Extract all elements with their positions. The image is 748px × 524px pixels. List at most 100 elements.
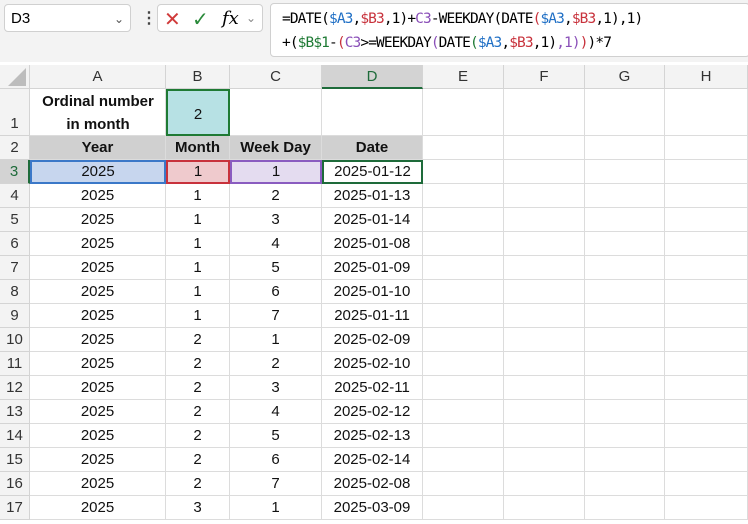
- cell[interactable]: [423, 400, 504, 424]
- cell[interactable]: [585, 232, 665, 256]
- cell[interactable]: [585, 376, 665, 400]
- cell[interactable]: [504, 136, 585, 160]
- cell[interactable]: [423, 232, 504, 256]
- row-header-17[interactable]: 17: [0, 496, 30, 520]
- year-cell[interactable]: 2025: [30, 424, 166, 448]
- cell[interactable]: [585, 280, 665, 304]
- cell[interactable]: [504, 448, 585, 472]
- cell[interactable]: [423, 328, 504, 352]
- cell[interactable]: [504, 280, 585, 304]
- cell[interactable]: [585, 160, 665, 184]
- month-cell[interactable]: 1: [166, 208, 230, 232]
- cell[interactable]: [585, 304, 665, 328]
- weekday-cell[interactable]: 3: [230, 376, 322, 400]
- weekday-cell[interactable]: 7: [230, 304, 322, 328]
- weekday-cell[interactable]: 6: [230, 448, 322, 472]
- year-cell[interactable]: 2025: [30, 352, 166, 376]
- weekday-cell[interactable]: 2: [230, 184, 322, 208]
- month-cell[interactable]: 2: [166, 448, 230, 472]
- cell[interactable]: [585, 352, 665, 376]
- date-cell[interactable]: 2025-01-10: [322, 280, 423, 304]
- cell[interactable]: [504, 232, 585, 256]
- weekday-cell[interactable]: 2: [230, 352, 322, 376]
- date-cell[interactable]: 2025-02-08: [322, 472, 423, 496]
- cell[interactable]: [423, 208, 504, 232]
- year-cell[interactable]: 2025: [30, 328, 166, 352]
- cell[interactable]: [665, 352, 748, 376]
- year-cell[interactable]: 2025: [30, 448, 166, 472]
- cell[interactable]: [423, 304, 504, 328]
- column-header-D[interactable]: D: [322, 65, 423, 89]
- row-header-1[interactable]: 1: [0, 89, 30, 136]
- month-cell[interactable]: 2: [166, 328, 230, 352]
- row-header-9[interactable]: 9: [0, 304, 30, 328]
- name-box[interactable]: D3 ⌄: [4, 4, 131, 32]
- cell[interactable]: [504, 496, 585, 520]
- cell[interactable]: [665, 328, 748, 352]
- month-cell[interactable]: 2: [166, 424, 230, 448]
- cell[interactable]: [665, 208, 748, 232]
- row-header-13[interactable]: 13: [0, 400, 30, 424]
- cell[interactable]: [665, 304, 748, 328]
- cell[interactable]: [665, 376, 748, 400]
- column-header-A[interactable]: A: [30, 65, 166, 89]
- date-cell[interactable]: 2025-02-10: [322, 352, 423, 376]
- column-header-F[interactable]: F: [504, 65, 585, 89]
- weekday-cell[interactable]: 7: [230, 472, 322, 496]
- chevron-down-icon[interactable]: ⌄: [114, 5, 124, 33]
- year-cell[interactable]: 2025: [30, 184, 166, 208]
- row-header-14[interactable]: 14: [0, 424, 30, 448]
- insert-function-icon[interactable]: fx: [222, 8, 239, 29]
- cell[interactable]: [504, 472, 585, 496]
- cell[interactable]: [585, 208, 665, 232]
- cell[interactable]: [585, 184, 665, 208]
- cell[interactable]: [665, 232, 748, 256]
- cell[interactable]: [423, 496, 504, 520]
- cell[interactable]: [423, 256, 504, 280]
- date-cell[interactable]: 2025-03-09: [322, 496, 423, 520]
- year-cell[interactable]: 2025: [30, 160, 166, 184]
- cell[interactable]: [423, 424, 504, 448]
- column-header-G[interactable]: G: [585, 65, 665, 89]
- weekday-cell[interactable]: 6: [230, 280, 322, 304]
- row-header-8[interactable]: 8: [0, 280, 30, 304]
- cell[interactable]: [423, 472, 504, 496]
- cell[interactable]: [665, 496, 748, 520]
- month-cell[interactable]: 1: [166, 184, 230, 208]
- weekday-cell[interactable]: 1: [230, 160, 322, 184]
- cell[interactable]: [423, 160, 504, 184]
- cell[interactable]: [585, 89, 665, 136]
- month-cell[interactable]: 1: [166, 304, 230, 328]
- date-cell[interactable]: 2025-01-14: [322, 208, 423, 232]
- cell[interactable]: [504, 160, 585, 184]
- enter-icon[interactable]: ✓: [192, 7, 209, 32]
- cell[interactable]: [423, 352, 504, 376]
- cell[interactable]: [665, 256, 748, 280]
- row-header-15[interactable]: 15: [0, 448, 30, 472]
- date-cell[interactable]: 2025-01-13: [322, 184, 423, 208]
- cell[interactable]: [585, 400, 665, 424]
- cell[interactable]: [585, 256, 665, 280]
- cell[interactable]: [665, 424, 748, 448]
- cell[interactable]: [665, 472, 748, 496]
- year-cell[interactable]: 2025: [30, 208, 166, 232]
- row-header-6[interactable]: 6: [0, 232, 30, 256]
- year-cell[interactable]: 2025: [30, 304, 166, 328]
- row-header-12[interactable]: 12: [0, 376, 30, 400]
- cell[interactable]: [423, 448, 504, 472]
- month-cell[interactable]: 1: [166, 232, 230, 256]
- select-all-button[interactable]: [0, 65, 30, 89]
- cell[interactable]: [230, 89, 322, 136]
- year-cell[interactable]: 2025: [30, 280, 166, 304]
- cell[interactable]: [585, 448, 665, 472]
- date-cell[interactable]: 2025-02-09: [322, 328, 423, 352]
- cell[interactable]: [585, 496, 665, 520]
- year-cell[interactable]: 2025: [30, 376, 166, 400]
- year-cell[interactable]: 2025: [30, 400, 166, 424]
- cell[interactable]: [665, 400, 748, 424]
- weekday-cell[interactable]: 5: [230, 424, 322, 448]
- cell[interactable]: [665, 280, 748, 304]
- weekday-cell[interactable]: 1: [230, 328, 322, 352]
- weekday-cell[interactable]: 3: [230, 208, 322, 232]
- month-cell[interactable]: 1: [166, 160, 230, 184]
